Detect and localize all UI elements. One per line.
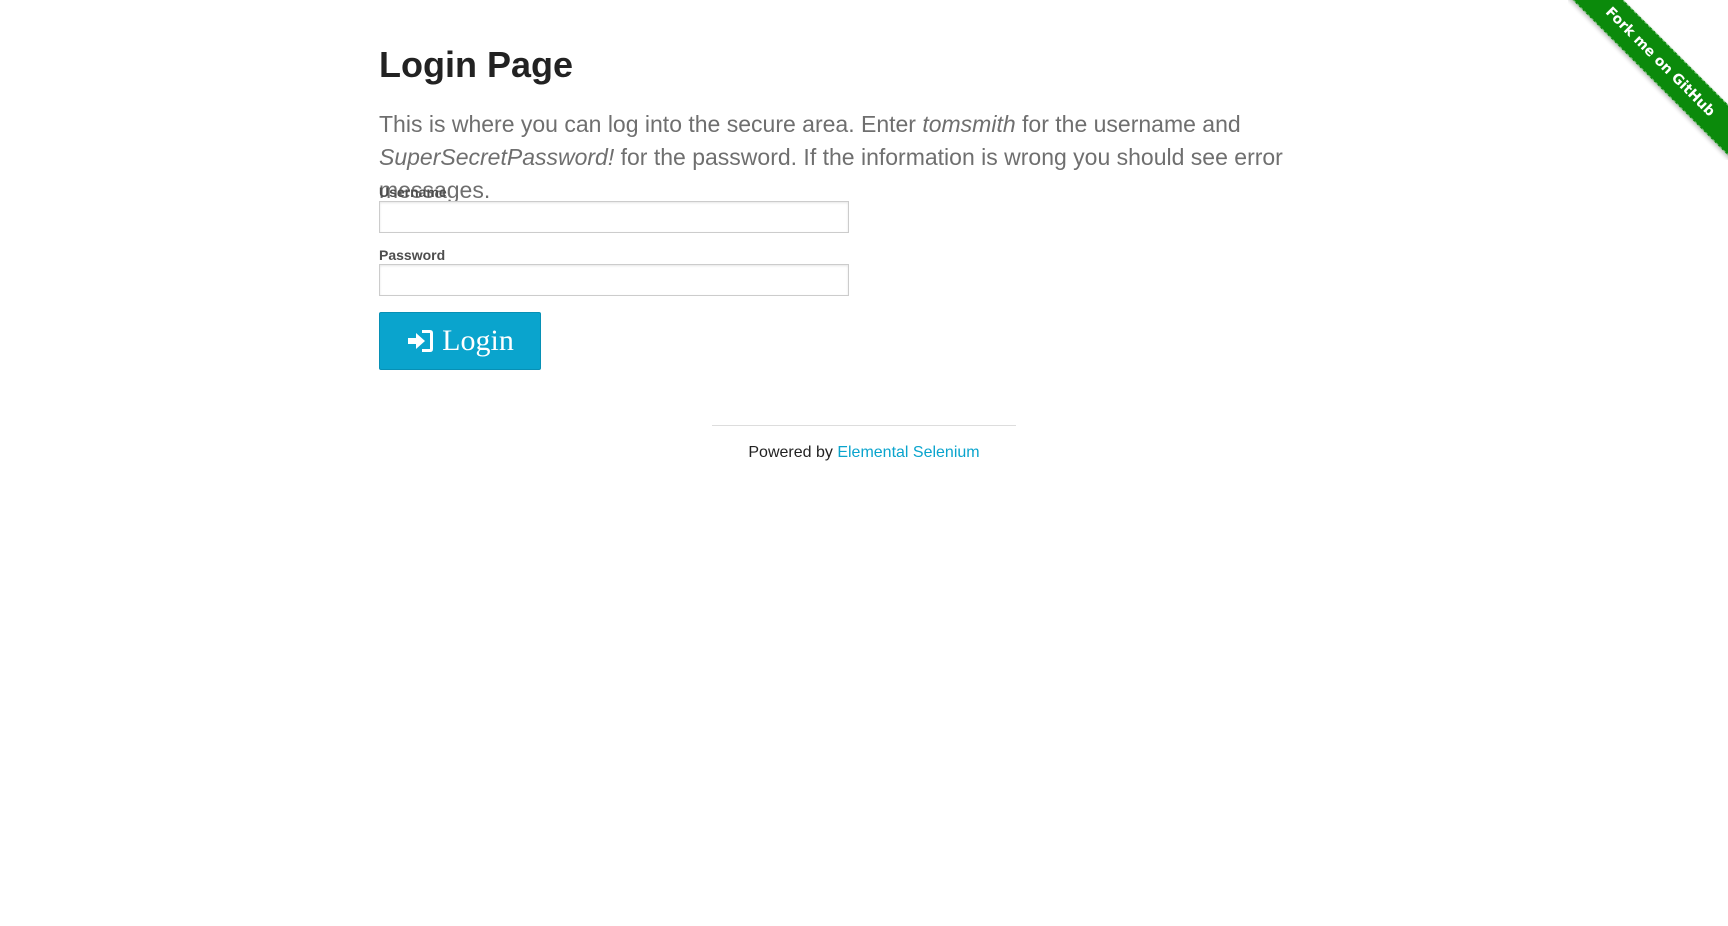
fork-me-on-github-link[interactable]: Fork me on GitHub	[1568, 0, 1728, 160]
username-label: Username	[379, 184, 447, 200]
intro-text: This is where you can log into the secur…	[379, 108, 1359, 207]
password-input[interactable]	[379, 264, 849, 296]
intro-username-hint: tomsmith	[922, 111, 1016, 137]
password-label: Password	[379, 247, 446, 263]
intro-text-part2: for the username and	[1015, 111, 1241, 137]
login-button[interactable]: Login	[379, 312, 541, 370]
login-button-label: Login	[442, 324, 514, 357]
elemental-selenium-link[interactable]: Elemental Selenium	[837, 444, 979, 461]
footer-prefix: Powered by	[748, 444, 838, 461]
page-title: Login Page	[379, 44, 574, 85]
intro-password-hint: SuperSecretPassword!	[379, 144, 615, 170]
sign-in-icon	[406, 328, 434, 354]
footer: Powered by Elemental Selenium	[0, 444, 1728, 462]
github-ribbon: Fork me on GitHub	[1568, 0, 1728, 160]
footer-divider	[712, 425, 1016, 426]
intro-text-part1: This is where you can log into the secur…	[379, 111, 923, 137]
username-input[interactable]	[379, 201, 849, 233]
